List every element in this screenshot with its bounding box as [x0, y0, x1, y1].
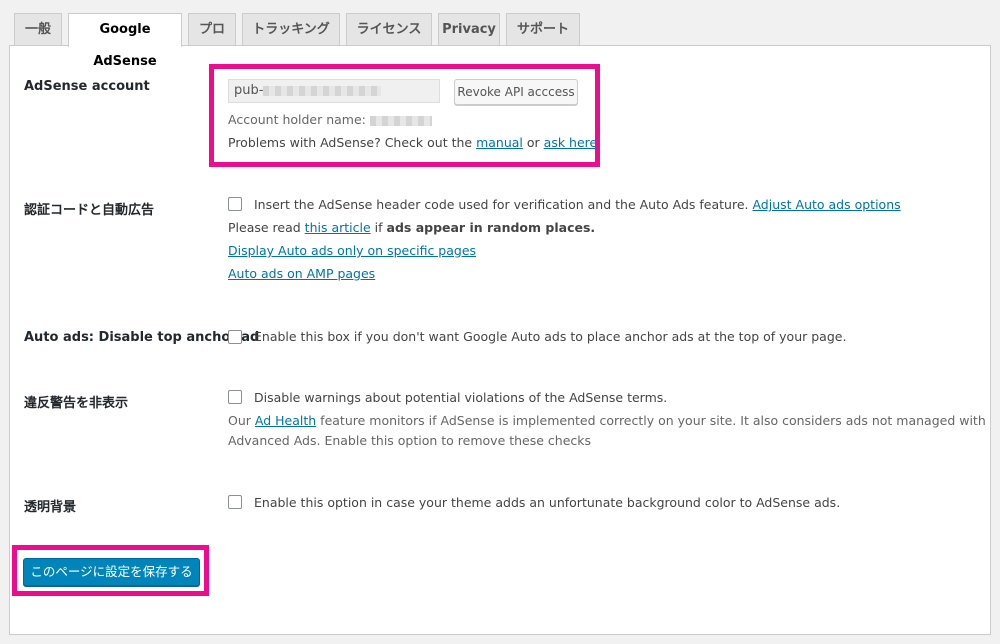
or-text: or — [526, 135, 540, 150]
problems-text: Problems with AdSense? Check out the — [228, 135, 473, 150]
amp-pages-link[interactable]: Auto ads on AMP pages — [228, 266, 375, 281]
tab-general[interactable]: 一般 — [14, 13, 62, 45]
period-text: . — [597, 135, 602, 150]
this-article-link[interactable]: this article — [305, 220, 371, 235]
adsense-account-label: AdSense account — [24, 79, 150, 94]
disable-anchor-ad-text: Enable this box if you don't want Google… — [254, 329, 847, 344]
account-holder-redacted — [369, 115, 432, 126]
disable-anchor-ad-checkbox[interactable] — [228, 330, 242, 344]
publisher-id-redacted — [263, 85, 382, 96]
hide-violations-label: 違反警告を非表示 — [24, 396, 129, 411]
manual-link[interactable]: manual — [476, 135, 523, 150]
verification-autoads-label: 認証コードと自動広告 — [24, 203, 155, 218]
tab-pro[interactable]: プロ — [188, 13, 236, 45]
hide-violations-text: Disable warnings about potential violati… — [254, 390, 668, 405]
adsense-problems-line: Problems with AdSense? Check out the man… — [228, 135, 601, 150]
tab-privacy[interactable]: Privacy — [438, 13, 500, 45]
settings-panel: AdSense account pub- Revoke API acccess … — [9, 45, 991, 635]
ad-health-desc-text: feature monitors if AdSense is implement… — [320, 413, 986, 428]
verification-code-checkbox[interactable] — [228, 197, 242, 211]
publisher-id-prefix: pub- — [234, 83, 264, 98]
ad-health-desc-line2: Advanced Ads. Enable this option to remo… — [228, 433, 592, 448]
account-holder-line: Account holder name: — [228, 112, 432, 127]
hide-violations-checkbox[interactable] — [228, 390, 242, 404]
if-text: if — [374, 220, 383, 235]
specific-pages-link[interactable]: Display Auto ads only on specific pages — [228, 243, 476, 258]
tab-google-adsense[interactable]: Google AdSense — [68, 13, 182, 69]
tab-support[interactable]: サポート — [506, 13, 580, 45]
disable-anchor-ad-label: Auto ads: Disable top anchor ad — [24, 330, 260, 345]
revoke-api-access-button[interactable]: Revoke API acccess — [454, 79, 578, 105]
save-settings-button[interactable]: このページに設定を保存する — [23, 558, 200, 586]
transparent-background-label: 透明背景 — [24, 500, 77, 515]
transparent-background-checkbox[interactable] — [228, 495, 242, 509]
random-places-text: ads appear in random places. — [386, 220, 596, 235]
verification-code-text: Insert the AdSense header code used for … — [254, 197, 749, 212]
read-article-line: Please read this article if ads appear i… — [228, 220, 595, 235]
tab-license[interactable]: ライセンス — [346, 13, 432, 45]
ask-here-link[interactable]: ask here — [544, 135, 598, 150]
transparent-background-text: Enable this option in case your theme ad… — [254, 495, 841, 510]
publisher-id-field[interactable]: pub- — [228, 79, 440, 103]
ad-health-prefix: Our — [228, 413, 251, 428]
account-holder-label: Account holder name: — [228, 112, 366, 127]
adjust-auto-ads-link[interactable]: Adjust Auto ads options — [752, 197, 900, 212]
verification-code-line: Insert the AdSense header code used for … — [254, 197, 901, 212]
read-text: Please read — [228, 220, 301, 235]
ad-health-link[interactable]: Ad Health — [255, 413, 316, 428]
tab-tracking[interactable]: トラッキング — [242, 13, 340, 45]
ad-health-desc-line1: Our Ad Health feature monitors if AdSens… — [228, 413, 986, 428]
